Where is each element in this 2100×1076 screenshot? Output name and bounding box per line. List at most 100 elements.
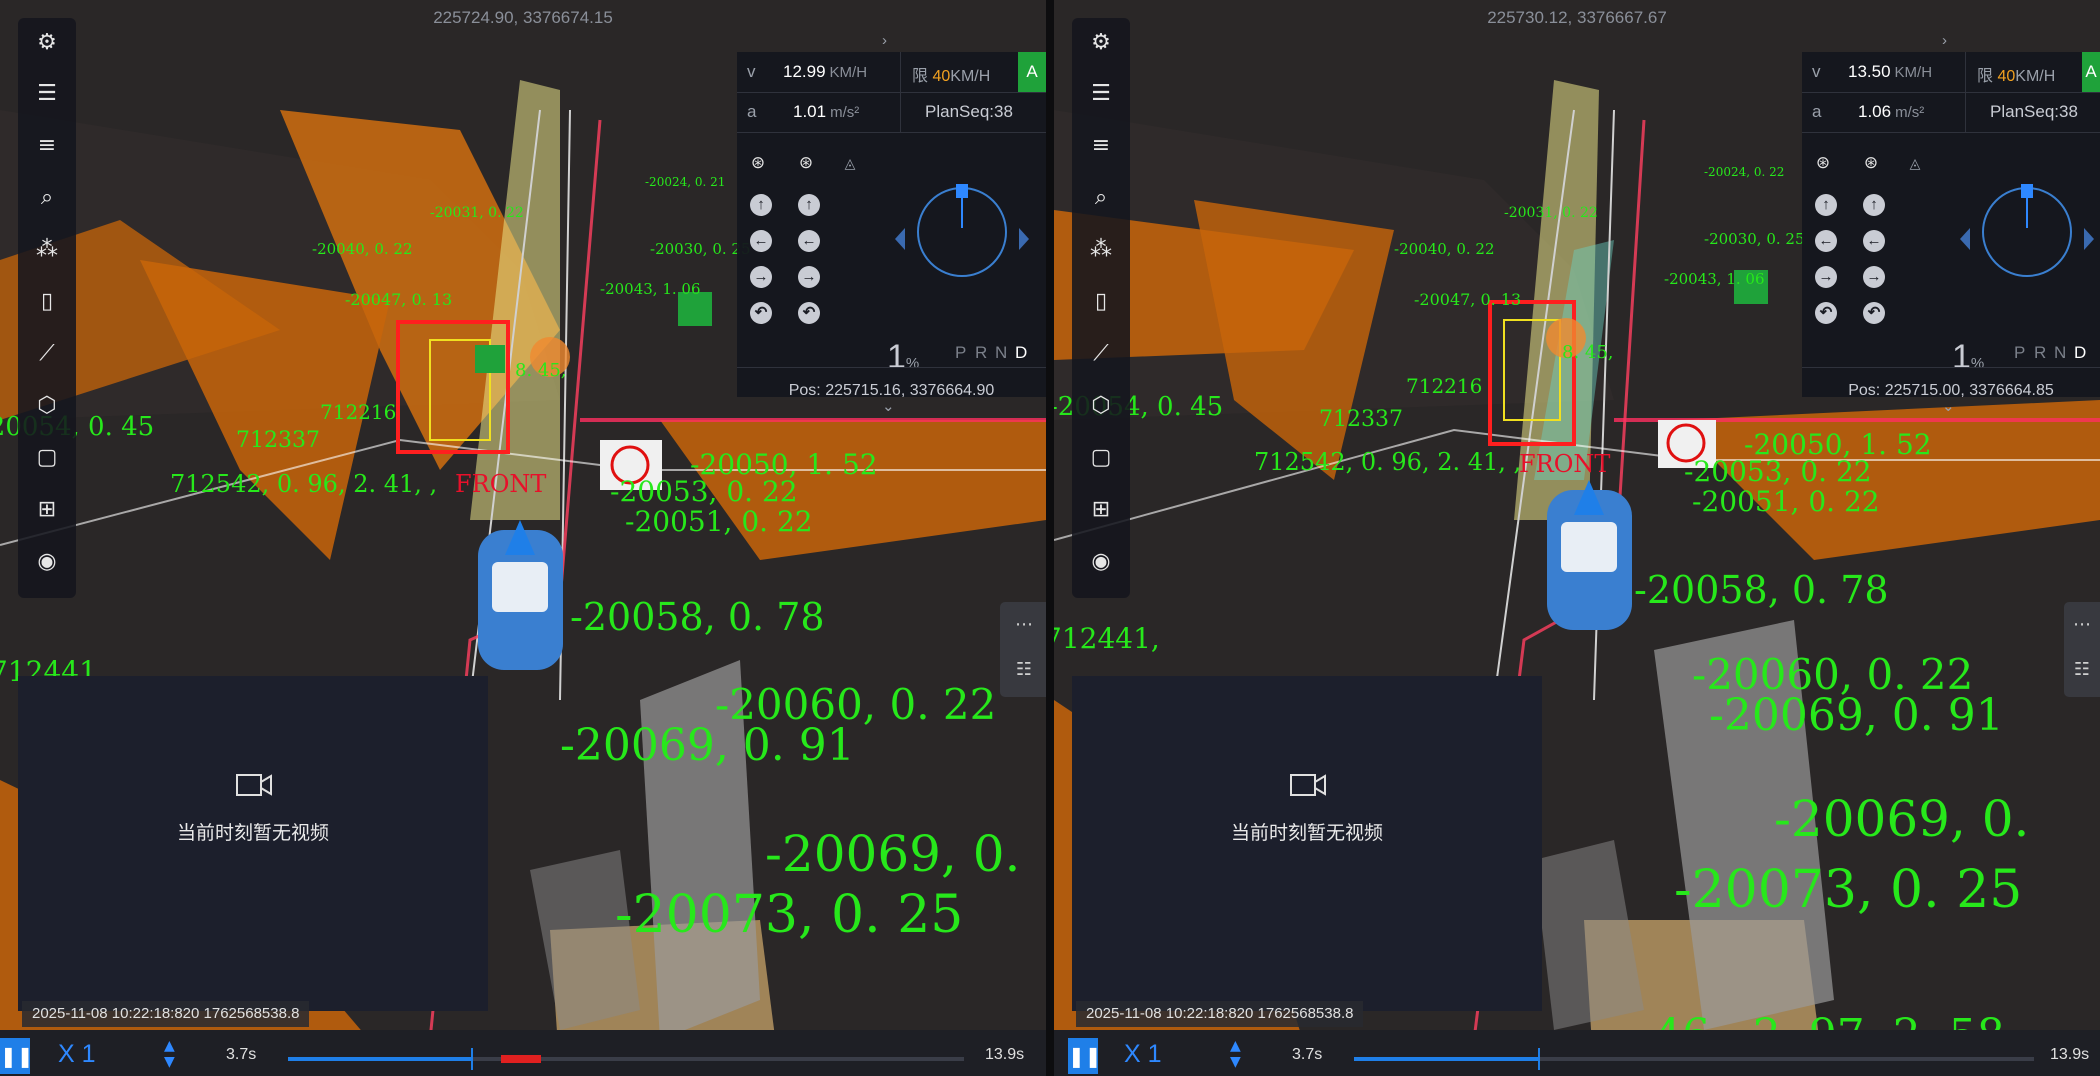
arrow-left-icon: ← <box>1863 230 1885 252</box>
caret-down-icon[interactable]: ▼ <box>164 1054 175 1070</box>
grid-icon[interactable]: ⊞ <box>31 494 63 526</box>
arrow-right-icon: → <box>750 266 772 288</box>
caret-up-icon[interactable]: ▲ <box>1230 1038 1241 1054</box>
current-time: 3.7s <box>1292 1046 1323 1063</box>
timeline-progress <box>1354 1057 1538 1061</box>
steering-wheel-icon: ⊛ <box>1815 153 1831 172</box>
left-viewer-pane[interactable]: 225724.90, 3376674.15 -20040, 0. 22 -2004… <box>0 0 1046 1076</box>
accel-row: a 1.06 m/s² PlanSeq:38 <box>1802 92 2100 133</box>
box-3d-icon[interactable]: ⬡ <box>1085 390 1117 422</box>
object-id-label: -20047, 0. 13 <box>1414 290 1522 309</box>
velocity-label: v <box>1812 62 1821 81</box>
vehicle-info-panel: › v 13.50 KM/H 限 40KM/H A a 1.06 m/s² Plan… <box>1802 32 2100 415</box>
gear-d: D <box>1015 343 1028 362</box>
chevron-right-icon[interactable]: › <box>882 32 887 49</box>
map-coordinates: 225724.90, 3376674.15 <box>433 8 613 27</box>
u-turn-icon: ↶ <box>798 302 820 324</box>
object-id-label: 712337 <box>236 428 320 453</box>
playback-controls: ❚❚ X 1 ▲ ▼ 3.7s 13.9s <box>0 1030 1046 1076</box>
lidar-icon[interactable]: ⁂ <box>1085 234 1117 266</box>
arrow-right-icon: → <box>1815 266 1837 288</box>
pane-divider[interactable] <box>1046 0 1054 1076</box>
velocity-value: 13.50 KM/H <box>1848 62 1933 81</box>
bookmark-icon[interactable]: ▯ <box>31 286 63 318</box>
timeline-knob[interactable] <box>1537 1048 1540 1070</box>
u-turn-icon: ↶ <box>750 302 772 324</box>
lidar-icon[interactable]: ⁂ <box>31 234 63 266</box>
camera-icon[interactable]: ◉ <box>31 546 63 578</box>
object-id-label: -20069, 0. <box>1774 790 2030 848</box>
steering-wheel-icon: ⊛ <box>1863 153 1879 172</box>
timeline-knob[interactable] <box>470 1048 473 1070</box>
search-icon[interactable]: ⌕ <box>1085 182 1117 214</box>
search-icon[interactable]: ⌕ <box>31 182 63 214</box>
ruler-icon[interactable]: ⟋ <box>1085 338 1117 370</box>
road-sign-icon: ◬ <box>844 155 856 171</box>
settings-icon[interactable]: ⚙ <box>1085 27 1117 59</box>
arrow-left-icon: ← <box>1815 230 1837 252</box>
vehicle-info-panel: › v 12.99 KM/H 限 40KM/H A a 1.01 m/s² Plan… <box>737 32 1046 415</box>
ego-position: Pos: 225715.00, 3376664.85 <box>1802 367 2100 400</box>
playback-speed[interactable]: X 1 <box>58 1040 96 1069</box>
gear-r: R <box>2034 343 2047 362</box>
arrow-up-icon: ↑ <box>1815 194 1837 216</box>
object-id-label: -20043, 1. 06 <box>1664 270 1765 288</box>
bounding-box-icon[interactable]: ▢ <box>31 442 63 474</box>
side-tools: ⋯ ☷ <box>2064 602 2100 697</box>
object-id-label: -20030, 0. 25 <box>650 240 751 258</box>
gear-n: N <box>995 343 1008 362</box>
object-id-label: -20073, 0. 25 <box>1674 860 2023 920</box>
sliders-icon[interactable]: ≡ <box>1085 130 1117 162</box>
chevron-down-icon[interactable]: ⌄ <box>882 397 895 415</box>
settings-icon[interactable]: ⚙ <box>31 27 63 59</box>
chevron-right-icon[interactable]: › <box>1942 32 1947 49</box>
autonomy-mode-badge: A <box>1018 52 1046 92</box>
pause-button[interactable]: ❚❚ <box>0 1038 34 1074</box>
menu-icon[interactable]: ☰ <box>31 78 63 110</box>
menu-icon[interactable]: ☰ <box>1085 78 1117 110</box>
accel-label: a <box>1812 102 1822 121</box>
object-id-label: -20058, 0. 78 <box>570 595 825 639</box>
pause-button[interactable]: ❚❚ <box>1068 1038 1102 1074</box>
chevron-down-icon[interactable]: ⌄ <box>1942 397 1955 415</box>
steering-dial <box>1960 184 2094 277</box>
caret-down-icon[interactable]: ▼ <box>1230 1054 1241 1070</box>
arrow-right-icon: → <box>798 266 820 288</box>
bookmark-icon[interactable]: ▯ <box>1085 286 1117 318</box>
drag-handle-icon[interactable]: ⋯ <box>2064 602 2100 647</box>
no-video-message: 当前时刻暂无视频 <box>176 822 329 844</box>
speed-stepper[interactable]: ▲ ▼ <box>164 1038 175 1070</box>
u-turn-icon: ↶ <box>1863 302 1885 324</box>
sliders-icon[interactable]: ≡ <box>31 130 63 162</box>
sort-icon[interactable]: ☷ <box>1000 647 1046 692</box>
box-3d-icon[interactable]: ⬡ <box>31 390 63 422</box>
drag-handle-icon[interactable]: ⋯ <box>1000 602 1046 647</box>
event-marker[interactable] <box>501 1055 541 1063</box>
right-viewer-pane[interactable]: 225730.12, 3376667.67 -20040, 0. 22 -2004… <box>1054 0 2100 1076</box>
object-id-label: 8. 45, <box>515 360 567 381</box>
object-id-label: 712542, 0. 96, 2. 41, , <box>1254 448 1522 476</box>
caret-up-icon[interactable]: ▲ <box>164 1038 175 1054</box>
object-id-label: -20058, 0. 78 <box>1634 568 1889 612</box>
object-id-label: 712441, <box>1054 622 1160 655</box>
playback-speed[interactable]: X 1 <box>1124 1040 1162 1069</box>
bounding-box-icon[interactable]: ▢ <box>1085 442 1117 474</box>
timeline-scrubber[interactable] <box>288 1048 964 1070</box>
object-id-label: 712216 <box>1406 374 1483 398</box>
sort-icon[interactable]: ☷ <box>2064 647 2100 692</box>
arrow-left-icon: ← <box>750 230 772 252</box>
playback-controls: ❚❚ X 1 ▲ ▼ 3.7s 13.9s <box>1054 1030 2100 1076</box>
plan-seq: PlanSeq:38 <box>1990 102 2078 121</box>
object-id-label: 712337 <box>1319 407 1403 432</box>
video-camera-icon <box>1290 774 1326 796</box>
current-time: 3.7s <box>226 1046 257 1063</box>
gear-d: D <box>2074 343 2087 362</box>
camera-icon[interactable]: ◉ <box>1085 546 1117 578</box>
ruler-icon[interactable]: ⟋ <box>31 338 63 370</box>
object-id-label: -20031, 0. 22 <box>1504 205 1598 221</box>
speed-stepper[interactable]: ▲ ▼ <box>1230 1038 1241 1070</box>
object-id-label: -20069, 0. 91 <box>1709 690 2004 741</box>
video-camera-icon <box>236 774 272 796</box>
timeline-scrubber[interactable] <box>1354 1048 2034 1070</box>
grid-icon[interactable]: ⊞ <box>1085 494 1117 526</box>
